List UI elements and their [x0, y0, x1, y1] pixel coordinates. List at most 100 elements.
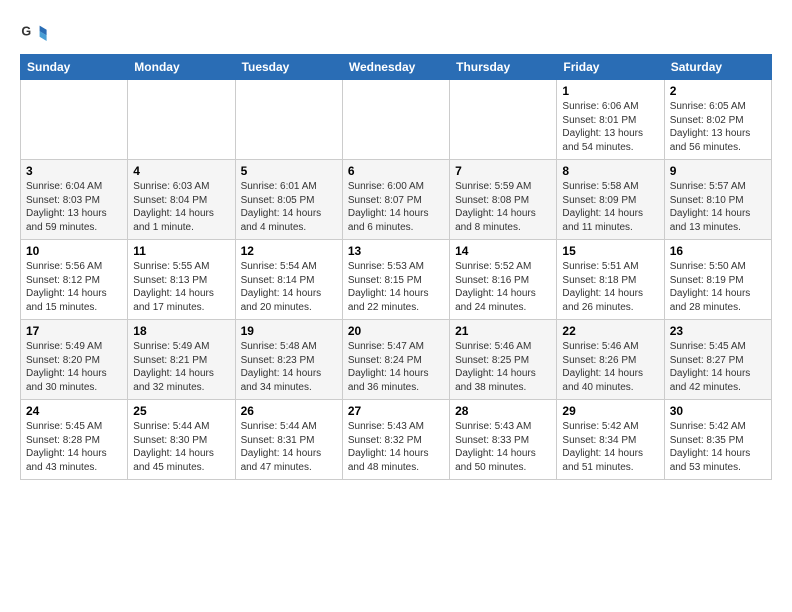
weekday-header-tuesday: Tuesday — [235, 55, 342, 80]
day-info: Sunrise: 5:45 AMSunset: 8:27 PMDaylight:… — [670, 340, 766, 394]
day-number: 25 — [133, 404, 229, 418]
day-info: Sunrise: 5:47 AMSunset: 8:24 PMDaylight:… — [348, 340, 444, 394]
day-info: Sunrise: 6:03 AMSunset: 8:04 PMDaylight:… — [133, 180, 229, 234]
calendar-cell: 24 Sunrise: 5:45 AMSunset: 8:28 PMDayligh… — [21, 400, 128, 480]
calendar-cell — [21, 80, 128, 160]
calendar-cell: 16 Sunrise: 5:50 AMSunset: 8:19 PMDayligh… — [664, 240, 771, 320]
calendar-cell: 17 Sunrise: 5:49 AMSunset: 8:20 PMDayligh… — [21, 320, 128, 400]
day-number: 12 — [241, 244, 337, 258]
calendar-cell: 8 Sunrise: 5:58 AMSunset: 8:09 PMDaylight… — [557, 160, 664, 240]
calendar-cell: 27 Sunrise: 5:43 AMSunset: 8:32 PMDayligh… — [342, 400, 449, 480]
day-number: 30 — [670, 404, 766, 418]
day-number: 23 — [670, 324, 766, 338]
calendar-cell: 7 Sunrise: 5:59 AMSunset: 8:08 PMDaylight… — [450, 160, 557, 240]
day-info: Sunrise: 5:54 AMSunset: 8:14 PMDaylight:… — [241, 260, 337, 314]
day-info: Sunrise: 5:46 AMSunset: 8:26 PMDaylight:… — [562, 340, 658, 394]
week-row-4: 17 Sunrise: 5:49 AMSunset: 8:20 PMDayligh… — [21, 320, 772, 400]
calendar-cell — [450, 80, 557, 160]
day-info: Sunrise: 5:50 AMSunset: 8:19 PMDaylight:… — [670, 260, 766, 314]
day-info: Sunrise: 5:59 AMSunset: 8:08 PMDaylight:… — [455, 180, 551, 234]
svg-text:G: G — [21, 24, 31, 38]
calendar-cell: 25 Sunrise: 5:44 AMSunset: 8:30 PMDayligh… — [128, 400, 235, 480]
logo: G — [20, 20, 52, 48]
day-info: Sunrise: 5:56 AMSunset: 8:12 PMDaylight:… — [26, 260, 122, 314]
day-info: Sunrise: 6:05 AMSunset: 8:02 PMDaylight:… — [670, 100, 766, 154]
day-number: 7 — [455, 164, 551, 178]
calendar-cell: 19Sunrise: 5:48 AMSunset: 8:23 PMDayligh… — [235, 320, 342, 400]
calendar-cell: 21Sunrise: 5:46 AMSunset: 8:25 PMDayligh… — [450, 320, 557, 400]
week-row-5: 24 Sunrise: 5:45 AMSunset: 8:28 PMDayligh… — [21, 400, 772, 480]
week-row-2: 3 Sunrise: 6:04 AMSunset: 8:03 PMDaylight… — [21, 160, 772, 240]
weekday-header-saturday: Saturday — [664, 55, 771, 80]
day-number: 6 — [348, 164, 444, 178]
calendar-cell: 9 Sunrise: 5:57 AMSunset: 8:10 PMDaylight… — [664, 160, 771, 240]
calendar-cell — [128, 80, 235, 160]
calendar-cell: 15 Sunrise: 5:51 AMSunset: 8:18 PMDayligh… — [557, 240, 664, 320]
calendar-cell: 4 Sunrise: 6:03 AMSunset: 8:04 PMDaylight… — [128, 160, 235, 240]
day-number: 10 — [26, 244, 122, 258]
header: G — [20, 16, 772, 48]
day-number: 17 — [26, 324, 122, 338]
calendar-cell: 5Sunrise: 6:01 AMSunset: 8:05 PMDaylight… — [235, 160, 342, 240]
day-number: 16 — [670, 244, 766, 258]
calendar-cell: 18 Sunrise: 5:49 AMSunset: 8:21 PMDayligh… — [128, 320, 235, 400]
day-info: Sunrise: 5:58 AMSunset: 8:09 PMDaylight:… — [562, 180, 658, 234]
weekday-header-wednesday: Wednesday — [342, 55, 449, 80]
day-info: Sunrise: 5:52 AMSunset: 8:16 PMDaylight:… — [455, 260, 551, 314]
weekday-header-friday: Friday — [557, 55, 664, 80]
calendar-cell — [235, 80, 342, 160]
calendar-cell: 11Sunrise: 5:55 AMSunset: 8:13 PMDayligh… — [128, 240, 235, 320]
day-number: 24 — [26, 404, 122, 418]
calendar-cell: 12 Sunrise: 5:54 AMSunset: 8:14 PMDayligh… — [235, 240, 342, 320]
calendar-cell: 29 Sunrise: 5:42 AMSunset: 8:34 PMDayligh… — [557, 400, 664, 480]
logo-icon: G — [20, 20, 48, 48]
day-number: 26 — [241, 404, 337, 418]
calendar-page: G SundayMondayTuesdayWednesdayThursdayFr… — [0, 0, 792, 496]
calendar-cell: 22 Sunrise: 5:46 AMSunset: 8:26 PMDayligh… — [557, 320, 664, 400]
day-number: 27 — [348, 404, 444, 418]
week-row-1: 1 Sunrise: 6:06 AMSunset: 8:01 PMDaylight… — [21, 80, 772, 160]
day-info: Sunrise: 5:45 AMSunset: 8:28 PMDaylight:… — [26, 420, 122, 474]
day-number: 14 — [455, 244, 551, 258]
weekday-header-monday: Monday — [128, 55, 235, 80]
calendar-table: SundayMondayTuesdayWednesdayThursdayFrid… — [20, 54, 772, 480]
calendar-cell: 1 Sunrise: 6:06 AMSunset: 8:01 PMDaylight… — [557, 80, 664, 160]
day-info: Sunrise: 5:42 AMSunset: 8:35 PMDaylight:… — [670, 420, 766, 474]
day-info: Sunrise: 5:43 AMSunset: 8:33 PMDaylight:… — [455, 420, 551, 474]
day-info: Sunrise: 5:43 AMSunset: 8:32 PMDaylight:… — [348, 420, 444, 474]
day-number: 8 — [562, 164, 658, 178]
day-number: 29 — [562, 404, 658, 418]
calendar-cell: 13 Sunrise: 5:53 AMSunset: 8:15 PMDayligh… — [342, 240, 449, 320]
day-info: Sunrise: 5:51 AMSunset: 8:18 PMDaylight:… — [562, 260, 658, 314]
week-row-3: 10 Sunrise: 5:56 AMSunset: 8:12 PMDayligh… — [21, 240, 772, 320]
day-info: Sunrise: 5:53 AMSunset: 8:15 PMDaylight:… — [348, 260, 444, 314]
day-number: 2 — [670, 84, 766, 98]
day-info: Sunrise: 5:46 AMSunset: 8:25 PMDaylight:… — [455, 340, 551, 394]
day-number: 3 — [26, 164, 122, 178]
day-info: Sunrise: 5:42 AMSunset: 8:34 PMDaylight:… — [562, 420, 658, 474]
calendar-cell: 3 Sunrise: 6:04 AMSunset: 8:03 PMDaylight… — [21, 160, 128, 240]
day-number: 28 — [455, 404, 551, 418]
day-number: 4 — [133, 164, 229, 178]
day-info: Sunrise: 6:06 AMSunset: 8:01 PMDaylight:… — [562, 100, 658, 154]
day-number: 22 — [562, 324, 658, 338]
day-number: 9 — [670, 164, 766, 178]
calendar-cell: 26 Sunrise: 5:44 AMSunset: 8:31 PMDayligh… — [235, 400, 342, 480]
day-info: Sunrise: 6:04 AMSunset: 8:03 PMDaylight:… — [26, 180, 122, 234]
day-info: Sunrise: 5:44 AMSunset: 8:30 PMDaylight:… — [133, 420, 229, 474]
calendar-cell: 10 Sunrise: 5:56 AMSunset: 8:12 PMDayligh… — [21, 240, 128, 320]
day-number: 1 — [562, 84, 658, 98]
day-info: Sunrise: 5:44 AMSunset: 8:31 PMDaylight:… — [241, 420, 337, 474]
day-info: Sunrise: 5:57 AMSunset: 8:10 PMDaylight:… — [670, 180, 766, 234]
day-info: Sunrise: 6:01 AMSunset: 8:05 PMDaylight:… — [241, 180, 337, 234]
calendar-cell — [342, 80, 449, 160]
day-number: 13 — [348, 244, 444, 258]
weekday-header-sunday: Sunday — [21, 55, 128, 80]
day-number: 15 — [562, 244, 658, 258]
day-info: Sunrise: 5:49 AMSunset: 8:21 PMDaylight:… — [133, 340, 229, 394]
day-number: 18 — [133, 324, 229, 338]
day-info: Sunrise: 5:49 AMSunset: 8:20 PMDaylight:… — [26, 340, 122, 394]
day-info: Sunrise: 5:48 AMSunset: 8:23 PMDaylight:… — [241, 340, 337, 394]
calendar-cell: 14 Sunrise: 5:52 AMSunset: 8:16 PMDayligh… — [450, 240, 557, 320]
calendar-cell: 30 Sunrise: 5:42 AMSunset: 8:35 PMDayligh… — [664, 400, 771, 480]
